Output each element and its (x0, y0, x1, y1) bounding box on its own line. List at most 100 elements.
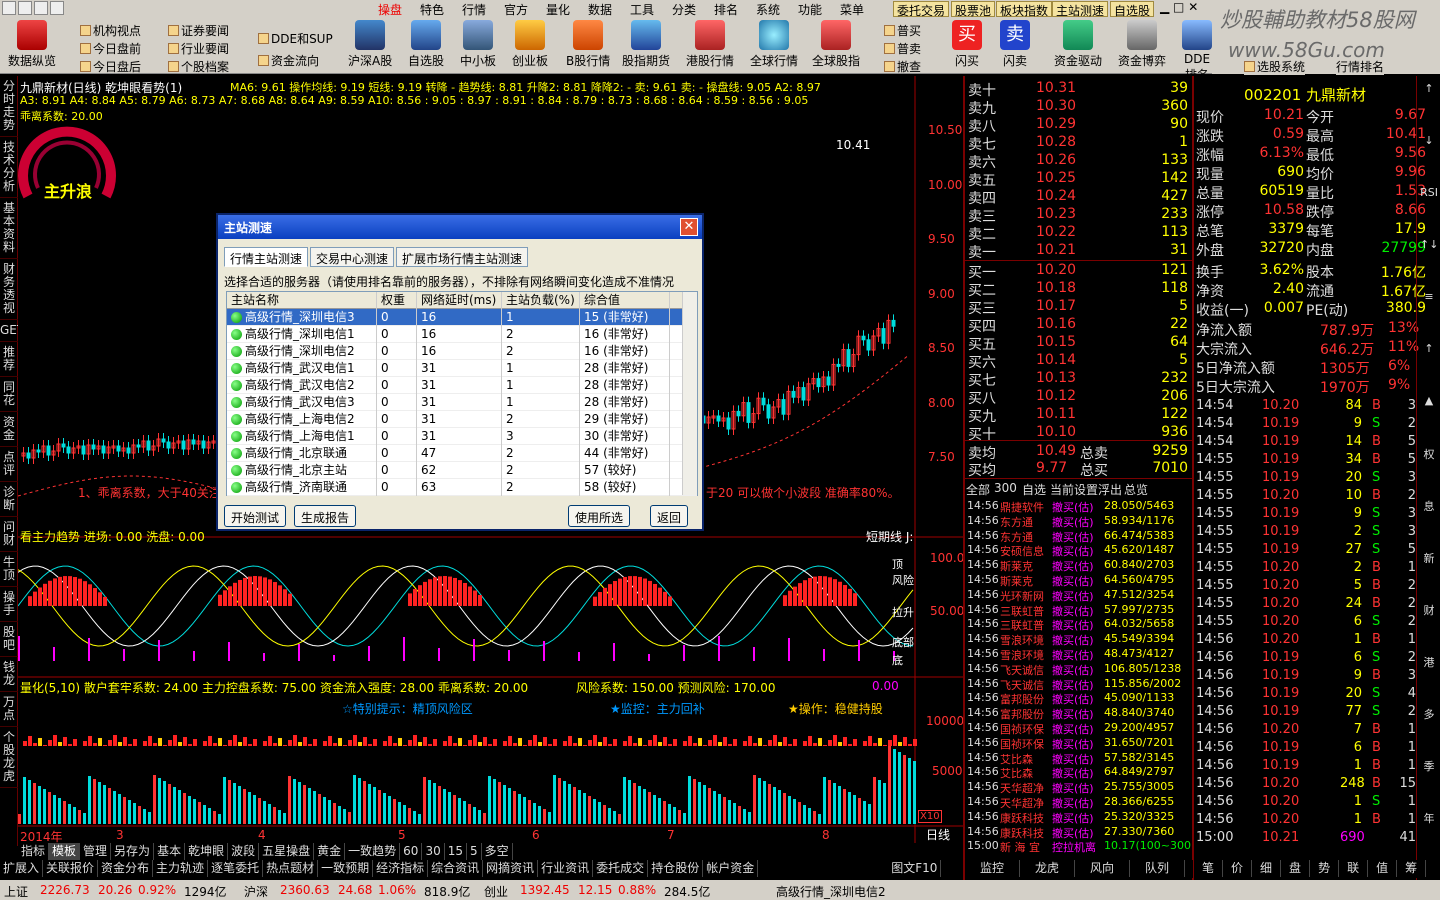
close-icon[interactable]: ✕ (680, 218, 698, 236)
tb-fund-drive[interactable]: 资金驱动 (1054, 20, 1102, 69)
menu-system[interactable]: 系统 (756, 1, 780, 18)
entrust-trade-button[interactable]: 委托交易 (893, 1, 950, 18)
menu-function[interactable]: 功能 (798, 1, 822, 18)
left-tab[interactable]: 牛顶 (0, 552, 18, 587)
tick-tab[interactable]: 值 (1368, 860, 1398, 877)
server-row[interactable]: 高级行情_上海电信1 0 31 3 30 (非常好) (227, 428, 697, 445)
tb-fund-game[interactable]: 资金博弈 (1118, 20, 1166, 69)
server-row[interactable]: 高级行情_北京联通 0 47 2 44 (非常好) (227, 445, 697, 462)
news-field[interactable]: 安硕信息 (1000, 543, 1044, 559)
indicator-tab[interactable]: 5 (467, 843, 482, 860)
tick-tab[interactable]: 细 (1252, 860, 1282, 877)
server-row[interactable]: 高级行情_深圳电信1 0 16 2 16 (非常好) (227, 326, 697, 343)
server-row[interactable]: 高级行情_深圳电信2 0 16 2 16 (非常好) (227, 343, 697, 360)
tb-normal-sell[interactable]: 普卖 (884, 40, 921, 57)
indicator-tab[interactable]: 15 (445, 843, 467, 860)
tb-watchlist[interactable]: 自选股 (408, 20, 444, 69)
indicator-tab[interactable]: 管理 (80, 843, 112, 860)
server-row[interactable]: 高级行情_济南联通 0 63 2 58 (较好) (227, 479, 697, 496)
column-header[interactable]: 权重 (377, 292, 417, 309)
function-tab[interactable]: 行业资讯 (538, 860, 594, 877)
left-tab[interactable]: 财务透视 (0, 259, 18, 320)
tab-extended-market[interactable]: 扩展市场行情主站测速 (396, 247, 529, 267)
indicator-tab[interactable]: 黄金 (314, 843, 346, 860)
news-field[interactable]: 东方通 (1000, 514, 1033, 530)
menu-quant[interactable]: 量化 (546, 1, 570, 18)
book-price[interactable]: 10.11 (1036, 406, 1076, 422)
news-field[interactable]: 富邦股份 (1000, 691, 1044, 707)
indicator-tab[interactable]: 30 (422, 843, 445, 860)
column-header[interactable]: 网络延时(ms) (417, 292, 502, 309)
indicator-tab[interactable]: 五星操盘 (259, 843, 315, 860)
column-header[interactable]: 综合值 (580, 292, 670, 309)
tb-quote-ranking[interactable]: 行情排名 (1336, 58, 1385, 75)
indicator-tab[interactable]: 波段 (228, 843, 260, 860)
right-tool-icon[interactable]: 多 (1420, 706, 1438, 722)
news-tab[interactable]: 全部 (966, 481, 990, 498)
column-header[interactable]: 主站名称 (227, 292, 377, 309)
function-tab[interactable]: 委托成交 (593, 860, 649, 877)
book-price[interactable]: 10.31 (1036, 80, 1076, 96)
left-tab[interactable]: 股吧 (0, 622, 18, 657)
news-field[interactable]: 飞天诚信 (1000, 677, 1044, 693)
monitor-tab[interactable]: 风向 (1075, 860, 1131, 877)
sector-index-button[interactable]: 板块指数 (996, 1, 1053, 18)
book-price[interactable]: 10.23 (1036, 206, 1076, 222)
news-tab[interactable]: 浮出 (1098, 481, 1122, 498)
tb-dde-sup[interactable]: DDE和SUP (258, 30, 333, 47)
tb-industry-news[interactable]: 行业要闻 (168, 40, 229, 57)
tb-postmarket[interactable]: 今日盘后 (80, 58, 141, 75)
news-field[interactable]: 康跃科技 (1000, 825, 1044, 841)
left-tab[interactable]: 技术分析 (0, 137, 18, 198)
back-button[interactable]: 返回 (650, 505, 689, 527)
indicator-tab[interactable]: 另存为 (111, 843, 155, 860)
indicator-tab[interactable]: 乾坤眼 (185, 843, 229, 860)
tb-inst-view[interactable]: 机构视点 (80, 22, 141, 39)
news-field[interactable]: 天华超净 (1000, 780, 1044, 796)
right-tool-icon[interactable]: ▲ (1420, 394, 1438, 407)
news-field[interactable]: 斯莱克 (1000, 573, 1033, 589)
indicator-tab[interactable]: 60 (400, 843, 423, 860)
tick-tab[interactable]: 势 (1310, 860, 1340, 877)
book-price[interactable]: 10.21 (1036, 242, 1076, 258)
left-tab[interactable]: 操手 (0, 587, 18, 622)
left-tab[interactable]: 万点 (0, 692, 18, 727)
news-field[interactable]: 鼎捷软件 (1000, 499, 1044, 515)
index-field[interactable]: 沪深 (244, 883, 268, 900)
news-field[interactable]: 三联虹普 (1000, 617, 1044, 633)
right-tool-icon[interactable]: 季 (1420, 758, 1438, 774)
news-field[interactable]: 富邦股份 (1000, 706, 1044, 722)
function-tab[interactable]: 网摘资讯 (483, 860, 539, 877)
menu-category[interactable]: 分类 (672, 1, 696, 18)
function-tab[interactable]: 综合资讯 (428, 860, 484, 877)
watchlist-button[interactable]: 自选股 (1110, 1, 1155, 18)
tick-tab[interactable]: 价 (1223, 860, 1253, 877)
tb-flash-sell[interactable]: 卖闪卖 (1000, 20, 1030, 69)
left-tab[interactable]: 资金 (0, 412, 18, 447)
tick-tab[interactable]: 盘 (1281, 860, 1311, 877)
function-tab[interactable]: 帐户资金 (703, 860, 759, 877)
book-price[interactable]: 10.22 (1036, 224, 1076, 240)
tb-global[interactable]: 全球行情 (750, 20, 798, 69)
indicator-tab[interactable]: 多空 (482, 843, 513, 860)
monitor-tab[interactable]: 监控 (965, 860, 1021, 877)
book-price[interactable]: 10.25 (1036, 170, 1076, 186)
indicator-tab[interactable]: 模板 (49, 843, 81, 860)
tb-cancel-query[interactable]: 撤查 (884, 58, 921, 75)
function-tab[interactable]: 资金分布 (98, 860, 154, 877)
book-price[interactable]: 10.30 (1036, 98, 1076, 114)
right-tool-icon[interactable]: 息 (1420, 498, 1438, 514)
left-tab[interactable]: 诊断 (0, 482, 18, 517)
left-tab[interactable]: 钱龙 (0, 657, 18, 692)
tb-sec-news[interactable]: 证券要闻 (168, 22, 229, 39)
server-row[interactable]: 高级行情_深圳电信3 0 16 1 15 (非常好) (227, 309, 697, 326)
tb-global-index[interactable]: 全球股指 (812, 20, 860, 69)
book-price[interactable]: 10.24 (1036, 188, 1076, 204)
left-tab[interactable]: 个股龙虎 (0, 727, 18, 788)
index-field[interactable]: 创业 (484, 883, 508, 900)
book-price[interactable]: 10.12 (1036, 388, 1076, 404)
book-price[interactable]: 10.18 (1036, 280, 1076, 296)
news-field[interactable]: 斯莱克 (1000, 558, 1033, 574)
right-tool-icon[interactable]: ↑ (1420, 82, 1438, 95)
menu-featured[interactable]: 特色 (420, 1, 444, 18)
